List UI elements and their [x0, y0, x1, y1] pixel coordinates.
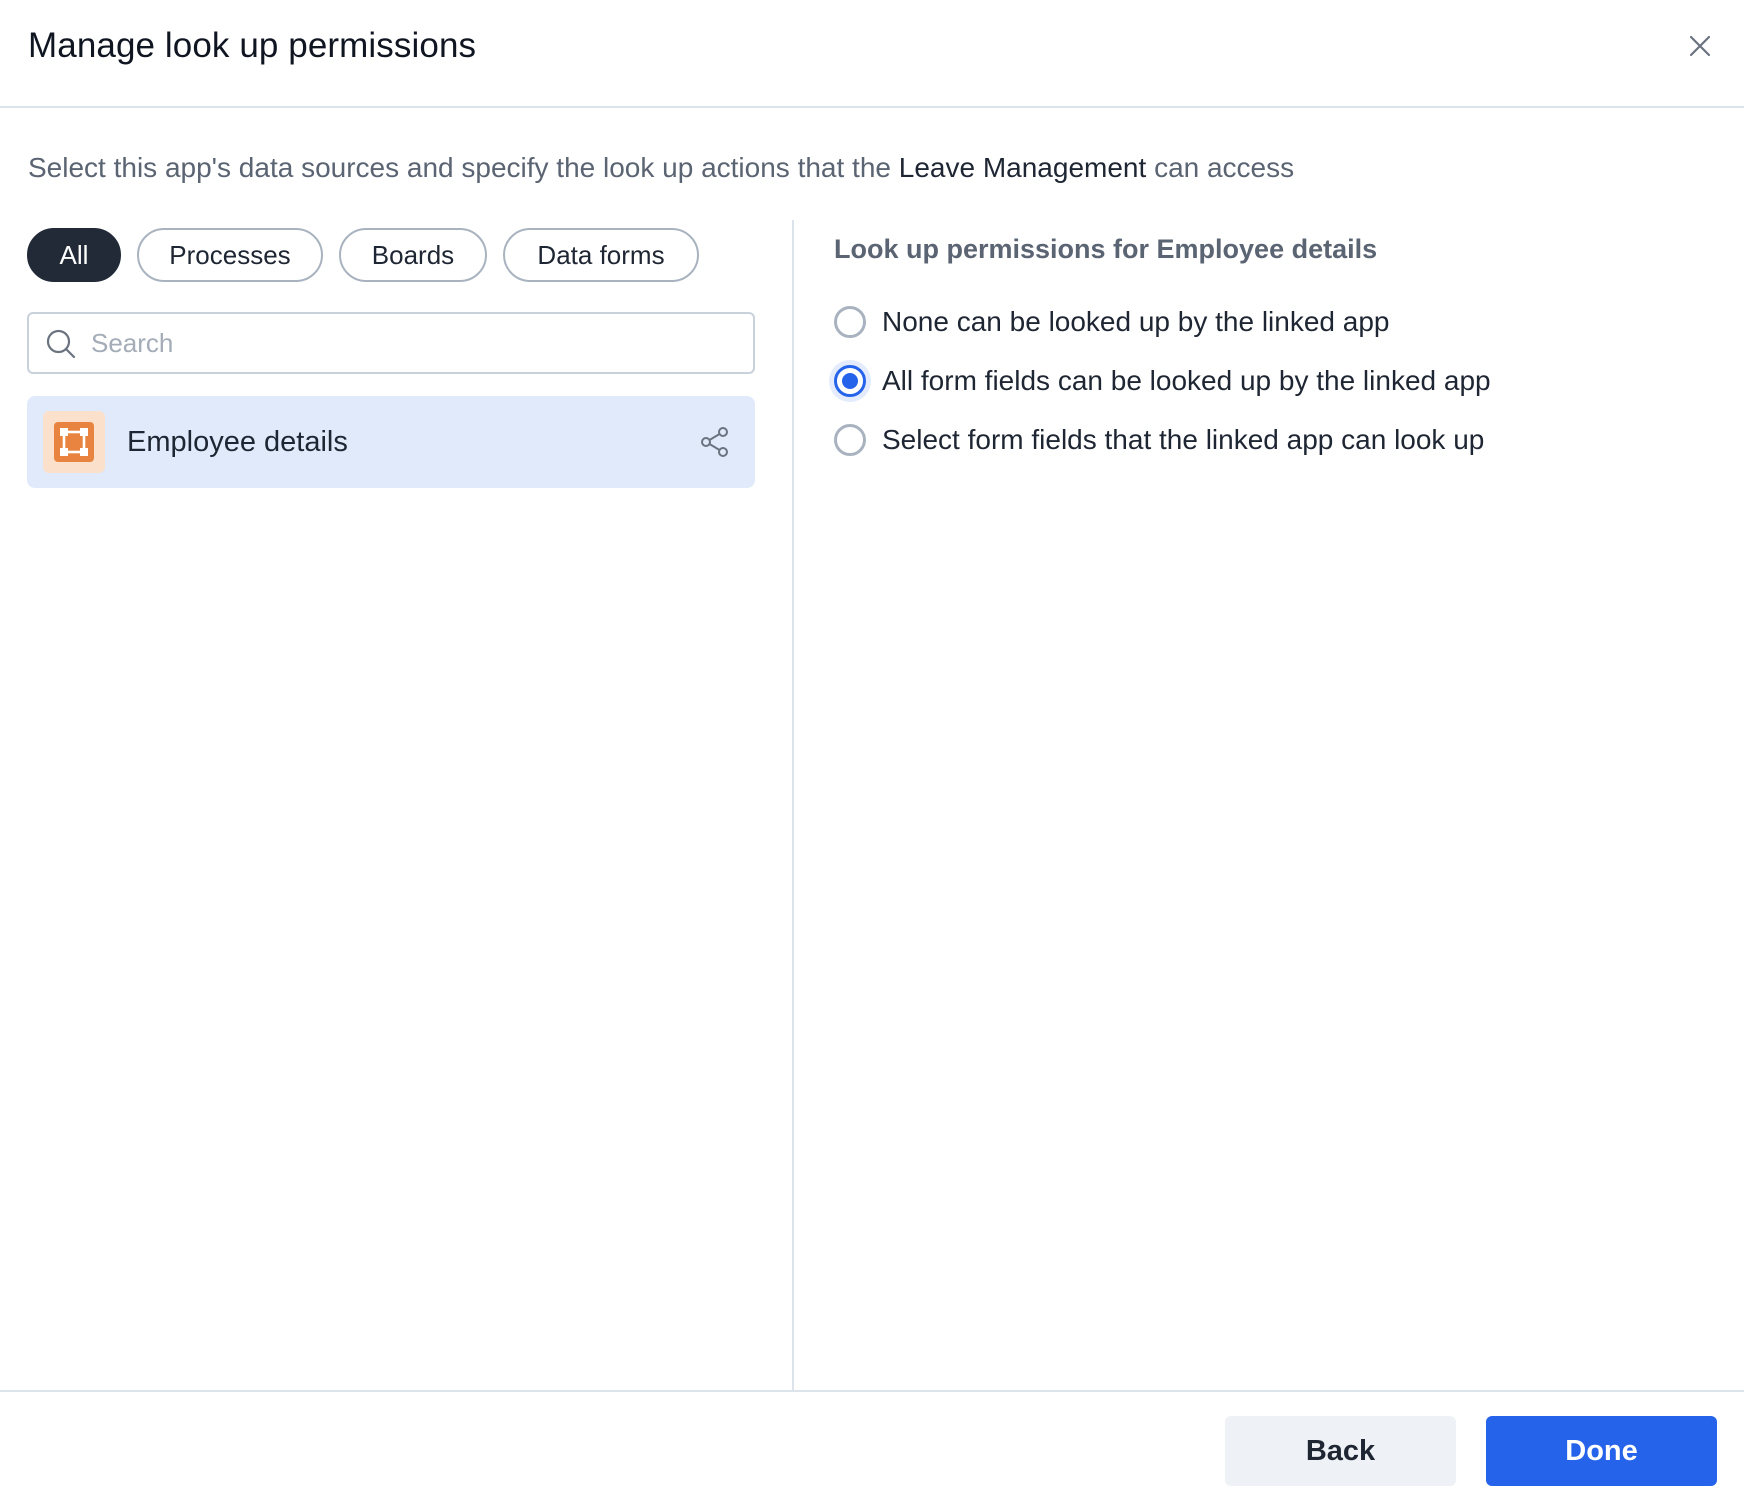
dialog-header: Manage look up permissions — [0, 0, 1744, 108]
search-icon — [46, 329, 76, 359]
search-box — [27, 312, 755, 374]
description-suffix: can access — [1154, 152, 1295, 183]
share-icon[interactable] — [699, 426, 731, 458]
dialog-title: Manage look up permissions — [28, 26, 477, 65]
manage-lookup-permissions-dialog: Manage look up permissions Select this a… — [0, 0, 1744, 1500]
source-item-employee-details[interactable]: Employee details — [27, 396, 755, 488]
filter-data-forms-chip[interactable]: Data forms — [503, 228, 699, 282]
dialog-description: Select this app's data sources and speci… — [28, 152, 1294, 184]
linked-app-name: Leave Management — [898, 152, 1147, 183]
permission-option-select-fields[interactable]: Select form fields that the linked app c… — [834, 420, 1484, 460]
back-button[interactable]: Back — [1225, 1416, 1456, 1486]
source-type-filters: All Processes Boards Data forms — [27, 228, 699, 282]
source-item-label: Employee details — [127, 426, 348, 458]
filter-boards-chip[interactable]: Boards — [339, 228, 487, 282]
permissions-pane: Look up permissions for Employee details… — [796, 220, 1744, 1390]
filter-all-chip[interactable]: All — [27, 228, 121, 282]
filter-processes-chip[interactable]: Processes — [137, 228, 323, 282]
done-button[interactable]: Done — [1486, 1416, 1717, 1486]
data-sources-pane: All Processes Boards Data forms Search E… — [0, 220, 794, 1390]
permission-option-label: Select form fields that the linked app c… — [882, 424, 1485, 455]
data-form-icon — [43, 411, 105, 473]
search-input[interactable] — [91, 322, 731, 364]
permission-option-none[interactable]: None can be looked up by the linked app — [834, 302, 1390, 342]
close-button[interactable] — [1680, 26, 1720, 66]
radio-select-fields[interactable] — [834, 424, 866, 456]
permissions-heading: Look up permissions for Employee details — [834, 234, 1378, 264]
radio-none[interactable] — [834, 306, 866, 338]
permission-option-label: All form fields can be looked up by the … — [882, 365, 1491, 396]
description-prefix: Select this app's data sources and speci… — [28, 152, 891, 183]
permission-option-all-fields[interactable]: All form fields can be looked up by the … — [834, 361, 1491, 401]
dialog-footer: Back Done — [0, 1390, 1744, 1500]
radio-all-fields[interactable] — [834, 365, 866, 397]
permission-option-label: None can be looked up by the linked app — [882, 306, 1390, 337]
close-icon — [1689, 35, 1711, 57]
